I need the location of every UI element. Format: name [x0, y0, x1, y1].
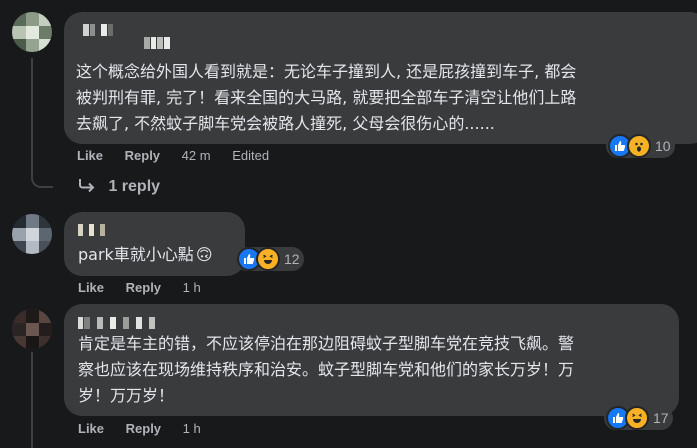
timestamp[interactable]: 42 m: [182, 148, 211, 163]
reaction-count: 17: [653, 410, 669, 426]
avatar[interactable]: [12, 214, 52, 254]
thread-line: [31, 58, 53, 188]
comment-text-line: 岁！万万岁！: [78, 386, 175, 405]
comment-text-line: 肯定是车主的错，不应该停泊在那边阻碍蚊子型脚车党在竞技飞飙。警: [78, 334, 575, 353]
comment-author[interactable]: [76, 21, 114, 36]
like-button[interactable]: Like: [78, 421, 104, 436]
comment-text-line: 去飙了, 不然蚊子脚车党会被路人撞死, 父母会很伤心的......: [76, 114, 495, 133]
avatar[interactable]: [12, 12, 52, 52]
reaction-summary[interactable]: 10: [606, 134, 675, 158]
comment-author[interactable]: [78, 314, 156, 329]
like-button[interactable]: Like: [78, 280, 104, 295]
wow-icon: [627, 134, 651, 158]
comment-text: 这个概念给外国人看到就是：无论车子撞到人, 还是屁孩撞到车子, 都会 被判刑有罪…: [76, 59, 576, 137]
reply-button[interactable]: Reply: [125, 148, 160, 163]
comment-text-line: 察也应该在现场维持秩序和治安。蚊子型脚车党和他们的家长万岁！万: [78, 360, 575, 379]
reply-button[interactable]: Reply: [126, 421, 161, 436]
timestamp[interactable]: 1 h: [183, 421, 201, 436]
like-button[interactable]: Like: [77, 148, 103, 163]
comment-author-extra: [144, 34, 171, 49]
comment-actions: Like Reply 1 h: [78, 280, 219, 295]
view-replies-link[interactable]: 1 reply: [78, 178, 160, 196]
comment-text-line: 被判刑有罪, 完了！看来全国的大马路, 就要把全部车子清空让他们上路: [76, 88, 577, 107]
comment-text-line: park車就小心點: [78, 245, 194, 264]
haha-icon: [625, 406, 649, 430]
upside-down-face-emoji: 🙃: [195, 245, 213, 264]
reaction-summary[interactable]: 12: [235, 247, 304, 271]
reply-button[interactable]: Reply: [126, 280, 161, 295]
reply-arrow-icon: [78, 178, 100, 195]
timestamp[interactable]: 1 h: [183, 280, 201, 295]
avatar[interactable]: [12, 309, 52, 349]
edited-label[interactable]: Edited: [232, 148, 269, 163]
reaction-summary[interactable]: 17: [604, 406, 673, 430]
comment-actions: Like Reply 42 m Edited: [77, 148, 287, 163]
comment-text-line: 这个概念给外国人看到就是：无论车子撞到人, 还是屁孩撞到车子, 都会: [76, 62, 577, 81]
comment-text: 肯定是车主的错，不应该停泊在那边阻碍蚊子型脚车党在竞技飞飙。警 察也应该在现场维…: [78, 331, 574, 409]
reaction-count: 10: [655, 138, 671, 154]
comment-text: park車就小心點 🙃: [78, 242, 213, 268]
reaction-count: 12: [284, 251, 300, 267]
haha-icon: [256, 247, 280, 271]
comment-author[interactable]: [78, 221, 106, 236]
thread-line: [31, 352, 33, 448]
comment-actions: Like Reply 1 h: [78, 421, 219, 436]
replies-count-label: 1 reply: [108, 178, 161, 195]
